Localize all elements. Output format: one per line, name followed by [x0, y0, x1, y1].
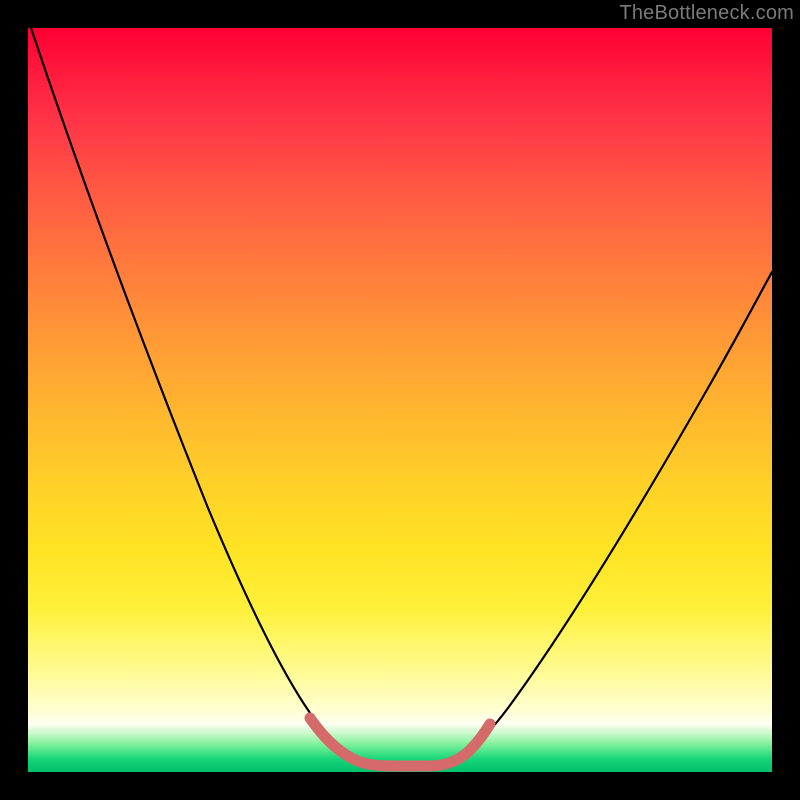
bottleneck-curve [31, 28, 772, 764]
plot-area [28, 28, 772, 772]
curve-layer [28, 28, 772, 772]
chart-frame: TheBottleneck.com [0, 0, 800, 800]
optimal-range-highlight [310, 718, 490, 766]
watermark-text: TheBottleneck.com [619, 2, 794, 25]
